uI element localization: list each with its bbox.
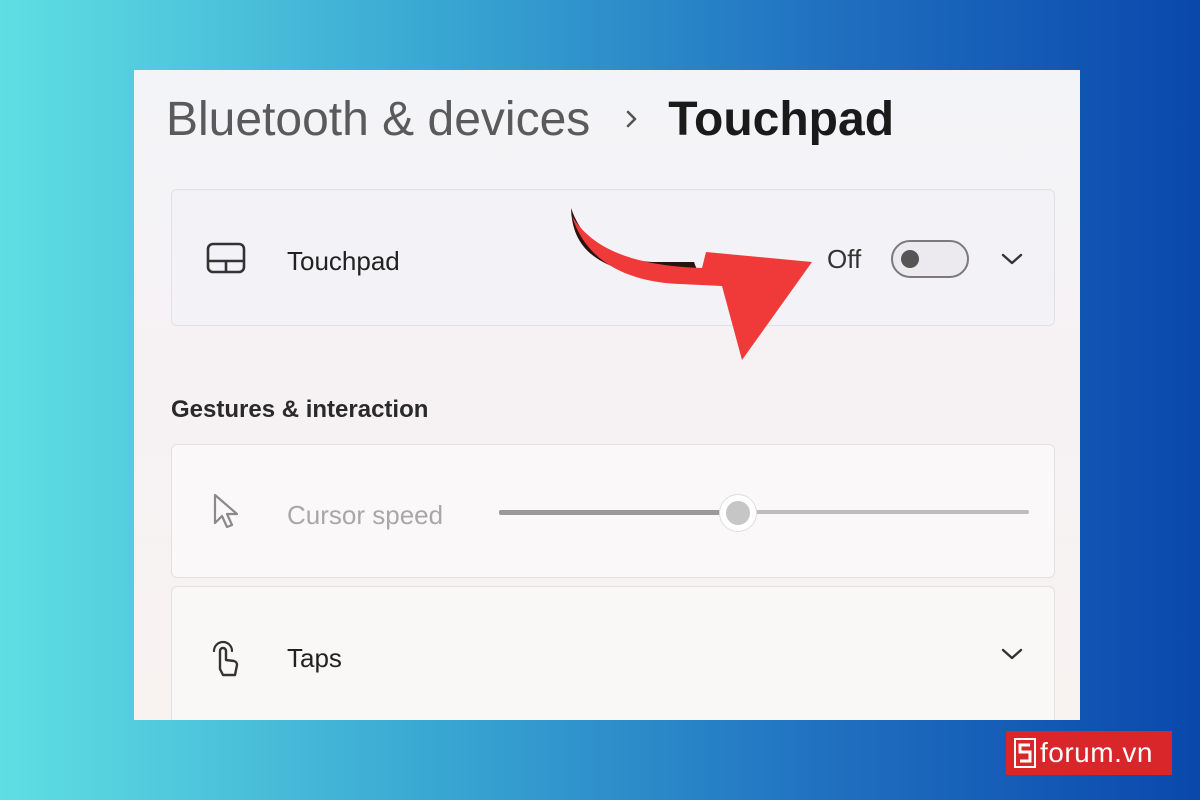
taps-label: Taps	[287, 643, 342, 673]
cursor-speed-card: Cursor speed	[171, 444, 1055, 578]
cursor-speed-slider[interactable]	[499, 494, 1029, 532]
cursor-speed-label: Cursor speed	[287, 500, 444, 530]
slider-thumb[interactable]	[718, 494, 757, 532]
touchpad-toggle[interactable]	[891, 240, 969, 278]
touchpad-setting-card[interactable]: Touchpad Off	[171, 189, 1055, 326]
cursor-icon	[206, 491, 246, 531]
breadcrumb: Bluetooth & devices Touchpad	[166, 88, 894, 150]
watermark-text: forum.vn	[1040, 737, 1153, 768]
chevron-right-icon	[624, 107, 640, 131]
breadcrumb-parent[interactable]: Bluetooth & devices	[166, 92, 590, 147]
tap-hand-icon	[206, 639, 246, 679]
toggle-state-text: Off	[827, 244, 862, 274]
chevron-down-icon[interactable]	[998, 245, 1026, 273]
watermark-badge: forum.vn	[1006, 731, 1172, 775]
touchpad-label: Touchpad	[287, 246, 400, 276]
toggle-knob	[901, 250, 919, 268]
touchpad-icon	[206, 239, 246, 279]
chevron-down-icon[interactable]	[998, 640, 1026, 668]
section-title: Gestures & interaction	[171, 396, 429, 423]
taps-card[interactable]: Taps	[171, 586, 1055, 720]
slider-fill	[499, 510, 738, 515]
sforum-logo-icon	[1014, 738, 1036, 768]
page-title: Touchpad	[668, 92, 895, 146]
slider-thumb-dot	[725, 501, 750, 525]
settings-panel: Bluetooth & devices Touchpad Touchpad Of…	[134, 70, 1080, 720]
